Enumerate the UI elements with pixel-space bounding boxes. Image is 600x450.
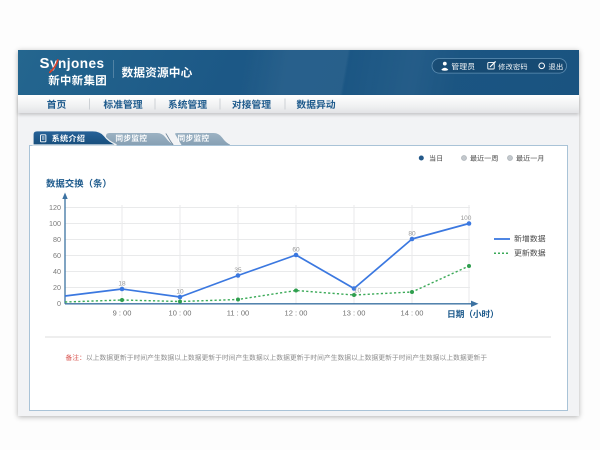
svg-text:Synjones: Synjones <box>40 55 105 72</box>
svg-text:100: 100 <box>49 219 61 228</box>
svg-text:10: 10 <box>176 289 184 296</box>
svg-text:35: 35 <box>234 267 242 274</box>
svg-text:11 : 00: 11 : 00 <box>227 309 249 318</box>
svg-text:40: 40 <box>53 267 61 276</box>
svg-text:13 : 00: 13 : 00 <box>343 309 366 318</box>
svg-text:120: 120 <box>49 203 61 212</box>
svg-text:10: 10 <box>354 288 362 295</box>
svg-text:60: 60 <box>53 251 61 260</box>
svg-text:14 : 00: 14 : 00 <box>401 309 424 318</box>
svg-text:80: 80 <box>53 235 61 244</box>
svg-text:0: 0 <box>57 299 61 308</box>
svg-text:10 : 00: 10 : 00 <box>169 309 192 318</box>
svg-text:80: 80 <box>408 231 416 238</box>
svg-text:18: 18 <box>118 281 126 288</box>
svg-text:60: 60 <box>292 247 300 254</box>
svg-text:100: 100 <box>461 215 472 222</box>
svg-text:20: 20 <box>53 283 61 292</box>
svg-text:12 : 00: 12 : 00 <box>285 309 308 318</box>
svg-text:9 : 00: 9 : 00 <box>113 309 132 318</box>
